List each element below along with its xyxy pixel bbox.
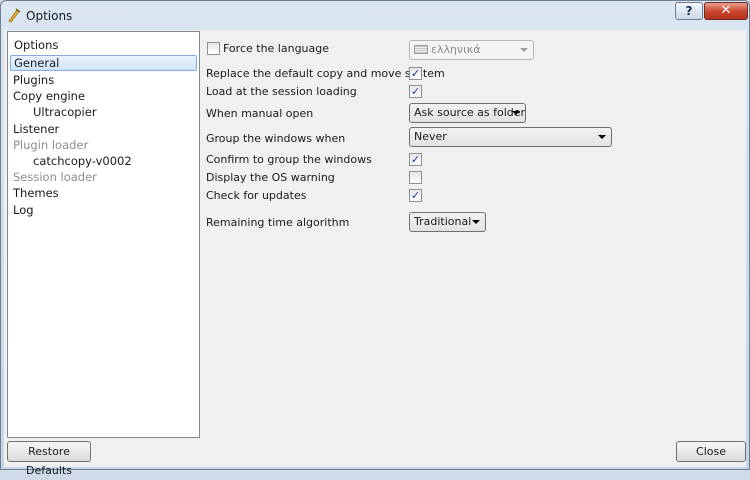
remaining-time-select[interactable]: Traditional — [409, 212, 486, 232]
options-tree[interactable]: Options General Plugins Copy engine Ultr… — [7, 31, 200, 438]
app-icon — [8, 8, 21, 23]
force-language-checkbox[interactable] — [207, 42, 220, 55]
tree-item-catchcopy[interactable]: catchcopy-v0002 — [10, 153, 197, 169]
tree-item-themes[interactable]: Themes — [10, 185, 197, 201]
os-warning-checkbox[interactable] — [409, 171, 422, 184]
manual-open-select[interactable]: Ask source as folder — [409, 103, 526, 123]
help-button[interactable]: ? — [675, 2, 703, 20]
os-warning-label: Display the OS warning — [206, 171, 335, 184]
check-updates-checkbox[interactable]: ✓ — [409, 189, 422, 202]
restore-defaults-button[interactable]: Restore Defaults — [7, 441, 91, 477]
chevron-down-icon — [598, 135, 606, 139]
replace-default-checkbox[interactable]: ✓ — [409, 67, 422, 80]
group-windows-label: Group the windows when — [206, 132, 346, 145]
remaining-time-value: Traditional — [414, 215, 472, 228]
force-language-label: Force the language — [223, 42, 330, 55]
load-session-label: Load at the session loading — [206, 85, 357, 98]
tree-item-general[interactable]: General — [10, 55, 197, 71]
load-session-checkbox[interactable]: ✓ — [409, 85, 422, 98]
chevron-down-icon — [472, 220, 480, 224]
language-select-value: ελληνικά — [431, 43, 481, 56]
tree-item-log[interactable]: Log — [10, 202, 197, 218]
tree-item-copy-engine[interactable]: Copy engine — [10, 88, 197, 104]
remaining-time-label: Remaining time algorithm — [206, 216, 350, 229]
window-title: Options — [26, 9, 73, 23]
options-tree-header: Options — [14, 38, 59, 52]
dialog-body: Options General Plugins Copy engine Ultr… — [4, 30, 746, 477]
tree-item-listener[interactable]: Listener — [10, 121, 197, 137]
confirm-group-checkbox[interactable]: ✓ — [409, 153, 422, 166]
chevron-down-icon — [512, 111, 520, 115]
confirm-group-label: Confirm to group the windows — [206, 153, 372, 166]
manual-open-value: Ask source as folder — [414, 106, 526, 119]
title-bar[interactable]: Options ? ✕ — [1, 1, 749, 30]
tree-item-plugins[interactable]: Plugins — [10, 72, 197, 88]
window-close-button[interactable]: ✕ — [704, 2, 748, 20]
check-updates-label: Check for updates — [206, 189, 307, 202]
chevron-down-icon — [520, 48, 528, 52]
tree-item-plugin-loader[interactable]: Plugin loader — [10, 137, 197, 153]
language-select[interactable]: ελληνικά — [409, 40, 534, 60]
manual-open-label: When manual open — [206, 107, 314, 120]
tree-item-session-loader[interactable]: Session loader — [10, 169, 197, 185]
close-button[interactable]: Close — [676, 441, 746, 462]
flag-icon — [414, 45, 428, 54]
options-window: Options ? ✕ Options General Plugins Copy… — [0, 0, 750, 477]
tree-item-ultracopier[interactable]: Ultracopier — [10, 104, 197, 120]
group-windows-value: Never — [414, 130, 447, 143]
group-windows-select[interactable]: Never — [409, 127, 612, 147]
